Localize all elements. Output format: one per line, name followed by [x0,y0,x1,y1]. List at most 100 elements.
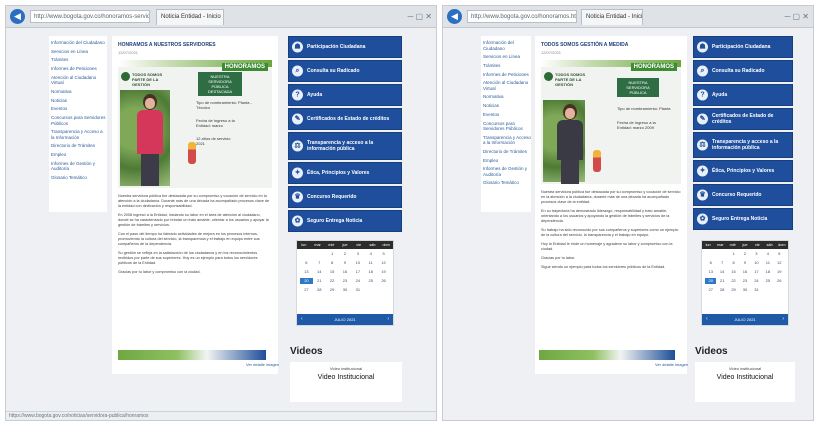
calendar-day[interactable]: 4 [364,251,377,257]
sidebar-button-search[interactable]: ⌕ Consulta su Radicado [288,60,402,82]
calendar-day[interactable]: 20 [300,278,313,284]
sidebar-button-medal[interactable]: ✿ Seguro Entrega Noticia [288,210,402,232]
calendar-day[interactable]: 19 [774,269,785,275]
nav-link[interactable]: Servicios en Línea [481,54,531,60]
calendar-day[interactable]: 15 [326,269,339,275]
calendar-day[interactable]: 10 [751,260,762,266]
sidebar-button-trophy[interactable]: ♛ Concurso Requerido [693,184,793,206]
calendar-day[interactable]: 27 [705,287,716,293]
nav-link[interactable]: Informes de Peticiones [481,72,531,78]
video-player[interactable]: Video institucional Video Institucional [290,362,402,402]
calendar-prev-icon[interactable]: ‹ [706,314,708,325]
calendar-day[interactable]: 3 [751,251,762,257]
calendar-day[interactable]: 18 [762,269,773,275]
nav-link[interactable]: Información del Ciudadano [49,40,107,46]
video-player[interactable]: Video institucional Video Institucional [695,362,795,402]
calendar-next-icon[interactable]: › [387,314,389,325]
sidebar-button-search[interactable]: ⌕ Consulta su Radicado [693,60,793,82]
calendar-next-icon[interactable]: › [782,314,784,325]
nav-link[interactable]: Normativa [49,89,107,95]
sidebar-button-transparency[interactable]: ⚖ Transparencia y acceso a la información… [288,132,402,160]
sidebar-button-help[interactable]: ? Ayuda [693,84,793,106]
address-bar[interactable]: http://www.bogota.gov.co/honoramos.html [467,10,577,23]
calendar-day[interactable]: 16 [739,269,750,275]
calendar-day[interactable]: 7 [313,260,326,266]
calendar-day[interactable]: 8 [326,260,339,266]
nav-link[interactable]: Directorio de Trámites [49,143,107,149]
sidebar-button-certificate[interactable]: ✎ Certificados de Estado de créditos [693,108,793,130]
calendar-day[interactable]: 10 [351,260,364,266]
sidebar-button-ethics[interactable]: ✦ Ética, Principios y Valores [693,160,793,182]
nav-link[interactable]: Empleo [49,152,107,158]
calendar-day[interactable]: 22 [326,278,339,284]
calendar-day[interactable]: 7 [716,260,727,266]
calendar-day[interactable]: 26 [774,278,785,284]
back-arrow-icon[interactable]: ◀ [447,9,462,24]
calendar-prev-icon[interactable]: ‹ [301,314,303,325]
calendar-day[interactable]: 13 [705,269,716,275]
window-controls[interactable]: ─ ▢ ✕ [785,12,809,21]
nav-link[interactable]: Directorio de Trámites [481,149,531,155]
calendar-day[interactable]: 23 [339,278,352,284]
nav-link[interactable]: Glosario Temático [49,175,107,181]
browser-tab[interactable]: Noticia Entidad - Inicio [581,9,643,25]
calendar-day[interactable]: 25 [364,278,377,284]
calendar-day[interactable]: 17 [351,269,364,275]
calendar-day[interactable]: 9 [339,260,352,266]
image-caption-link[interactable]: Ver detalle imagen [246,362,279,367]
calendar-day[interactable]: 2 [739,251,750,257]
calendar-day[interactable]: 13 [300,269,313,275]
calendar-day[interactable]: 22 [728,278,739,284]
nav-link[interactable]: Eventos [49,106,107,112]
calendar-day[interactable]: 15 [728,269,739,275]
sidebar-button-ethics[interactable]: ✦ Ética, Principios y Valores [288,162,402,184]
calendar-day[interactable]: 20 [705,278,717,284]
calendar-day[interactable]: 3 [351,251,364,257]
calendar-day[interactable]: 5 [377,251,390,257]
calendar-day[interactable]: 6 [705,260,716,266]
nav-link[interactable]: Glosario Temático [481,180,531,186]
calendar-day[interactable]: 2 [339,251,352,257]
calendar-day[interactable]: 14 [716,269,727,275]
calendar-day[interactable]: 8 [728,260,739,266]
nav-link[interactable]: Noticias [49,98,107,104]
calendar-day[interactable]: 21 [716,278,727,284]
calendar-day[interactable]: 11 [762,260,773,266]
back-arrow-icon[interactable]: ◀ [10,9,25,24]
nav-link[interactable]: Informes de Gestión y Auditoría [49,161,107,172]
nav-link[interactable]: Eventos [481,112,531,118]
calendar-day[interactable]: 29 [326,287,339,293]
nav-link[interactable]: Noticias [481,103,531,109]
calendar-day[interactable]: 19 [377,269,390,275]
nav-link[interactable]: Transparencia y Acceso a la Información [481,135,531,146]
calendar-day[interactable]: 27 [300,287,313,293]
nav-link[interactable]: Informes de Gestión y Auditoría [481,166,531,177]
calendar-day[interactable]: 29 [728,287,739,293]
calendar-day[interactable]: 14 [313,269,326,275]
calendar-day[interactable]: 16 [339,269,352,275]
calendar-day[interactable]: 23 [739,278,750,284]
calendar-day[interactable]: 26 [377,278,390,284]
calendar-day[interactable]: 18 [364,269,377,275]
browser-tab[interactable]: Noticia Entidad - Inicio [156,9,224,25]
calendar-day[interactable]: 25 [762,278,773,284]
window-controls[interactable]: ─ ▢ ✕ [408,12,432,21]
calendar-day[interactable]: 30 [739,287,750,293]
sidebar-button-medal[interactable]: ✿ Seguro Entrega Noticia [693,208,793,230]
calendar-day[interactable]: 21 [313,278,326,284]
calendar-day[interactable]: 9 [739,260,750,266]
sidebar-button-certificate[interactable]: ✎ Certificados de Estado de créditos [288,108,402,130]
calendar-day[interactable]: 4 [762,251,773,257]
calendar-day[interactable]: 12 [377,260,390,266]
sidebar-button-participation[interactable]: ☗ Participación Ciudadana [288,36,402,58]
calendar-day[interactable]: 12 [774,260,785,266]
image-caption-link[interactable]: Ver detalle imagen [655,362,688,367]
nav-link[interactable]: Atención al Ciudadano Virtual [481,80,531,91]
calendar-day[interactable]: 30 [339,287,352,293]
nav-link[interactable]: Información del Ciudadano [481,40,531,51]
calendar-day[interactable]: 6 [300,260,313,266]
calendar-day[interactable]: 1 [326,251,339,257]
nav-link[interactable]: Normativa [481,94,531,100]
calendar-day[interactable]: 28 [313,287,326,293]
nav-link[interactable]: Servicios en Línea [49,49,107,55]
